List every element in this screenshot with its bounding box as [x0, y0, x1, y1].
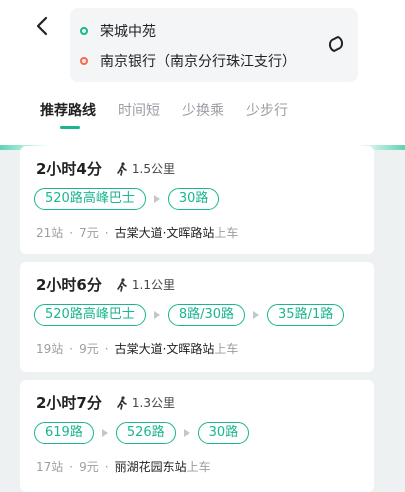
bus-line-chip: 30路	[167, 188, 220, 210]
walk-icon	[117, 277, 127, 292]
board-suffix: 上车	[186, 460, 211, 474]
route-info: 21站 · 7元 · 古棠大道·文晖路站 上车	[36, 224, 238, 241]
swap-icon	[328, 35, 344, 53]
transit-lines: 520路高峰巴士 30路	[34, 188, 220, 210]
start-location-text: 荣城中苑	[100, 24, 156, 40]
route-tabs: 推荐路线 时间短 少换乘 少步行	[40, 100, 310, 130]
bus-line-chip: 35路/1路	[267, 304, 345, 326]
bus-line-chip: 30路	[197, 422, 250, 444]
walk-distance-text: 1.5公里	[131, 162, 175, 176]
back-arrow-icon	[36, 16, 48, 36]
bus-line-chip: 520路高峰巴士	[34, 304, 146, 326]
boarding-stop: 古棠大道·文晖路站	[114, 226, 215, 240]
boarding-stop: 古棠大道·文晖路站	[114, 342, 215, 356]
separator: ·	[69, 341, 74, 356]
route-card[interactable]: 2小时4分 1.5公里 520路高峰巴士 30路 21站 · 7元 · 古棠大道…	[20, 146, 374, 254]
header-panel: 荣城中苑 南京银行（南京分行珠江支行） 推荐路线 时间短 少换乘 少步行	[0, 0, 405, 145]
fare: 7元	[79, 226, 99, 240]
bus-line-chip: 619路	[34, 422, 94, 444]
walk-distance: 1.3公里	[116, 394, 175, 411]
back-button[interactable]	[28, 12, 56, 40]
boarding-stop: 丽湖花园东站	[114, 460, 187, 474]
tab-recommended[interactable]: 推荐路线	[40, 100, 96, 130]
stop-count: 17站	[36, 460, 64, 474]
walk-icon	[117, 395, 127, 410]
walk-distance: 1.1公里	[116, 276, 175, 293]
tab-fewer-transfers[interactable]: 少换乘	[182, 100, 224, 130]
separator: ·	[104, 459, 109, 474]
walk-distance: 1.5公里	[116, 160, 175, 177]
route-summary: 2小时4分 1.5公里	[36, 158, 175, 179]
walk-distance-text: 1.3公里	[131, 396, 175, 410]
route-summary: 2小时7分 1.3公里	[36, 392, 175, 413]
board-suffix: 上车	[214, 226, 239, 240]
fare: 9元	[79, 460, 99, 474]
route-duration: 2小时4分	[36, 160, 102, 178]
arrow-right-icon	[94, 429, 116, 437]
stop-count: 19站	[36, 342, 64, 356]
arrow-right-icon	[176, 429, 198, 437]
swap-button[interactable]	[322, 30, 350, 58]
walk-icon	[117, 161, 127, 176]
bus-line-chip: 526路	[115, 422, 176, 444]
walk-distance-text: 1.1公里	[131, 278, 175, 292]
tab-shortest-time[interactable]: 时间短	[118, 100, 160, 130]
route-summary: 2小时6分 1.1公里	[36, 274, 175, 295]
end-dot-icon	[80, 57, 88, 65]
start-location-row[interactable]: 荣城中苑	[80, 20, 156, 42]
arrow-right-icon	[146, 195, 168, 203]
transit-lines: 520路高峰巴士 8路/30路 35路/1路	[34, 304, 345, 326]
stop-count: 21站	[36, 226, 64, 240]
separator: ·	[69, 459, 74, 474]
address-box: 荣城中苑 南京银行（南京分行珠江支行）	[70, 8, 358, 82]
route-card[interactable]: 2小时6分 1.1公里 520路高峰巴士 8路/30路 35路/1路 19站 ·…	[20, 262, 374, 372]
route-duration: 2小时6分	[36, 276, 102, 294]
bus-line-chip: 8路/30路	[167, 304, 246, 326]
arrow-right-icon	[245, 311, 267, 319]
route-duration: 2小时7分	[36, 394, 102, 412]
route-info: 17站 · 9元 · 丽湖花园东站 上车	[36, 458, 211, 475]
fare: 9元	[79, 342, 99, 356]
separator: ·	[104, 341, 109, 356]
bus-line-chip: 520路高峰巴士	[34, 188, 146, 210]
route-info: 19站 · 9元 · 古棠大道·文晖路站 上车	[36, 340, 238, 357]
tab-less-walking[interactable]: 少步行	[246, 100, 288, 130]
board-suffix: 上车	[214, 342, 239, 356]
separator: ·	[69, 225, 74, 240]
end-location-text: 南京银行（南京分行珠江支行）	[100, 54, 296, 70]
end-location-row[interactable]: 南京银行（南京分行珠江支行）	[80, 50, 296, 72]
route-card[interactable]: 2小时7分 1.3公里 619路 526路 30路 17站 · 9元 · 丽湖花…	[20, 380, 374, 492]
transit-lines: 619路 526路 30路	[34, 422, 250, 444]
start-dot-icon	[80, 27, 88, 35]
separator: ·	[104, 225, 109, 240]
arrow-right-icon	[146, 311, 168, 319]
